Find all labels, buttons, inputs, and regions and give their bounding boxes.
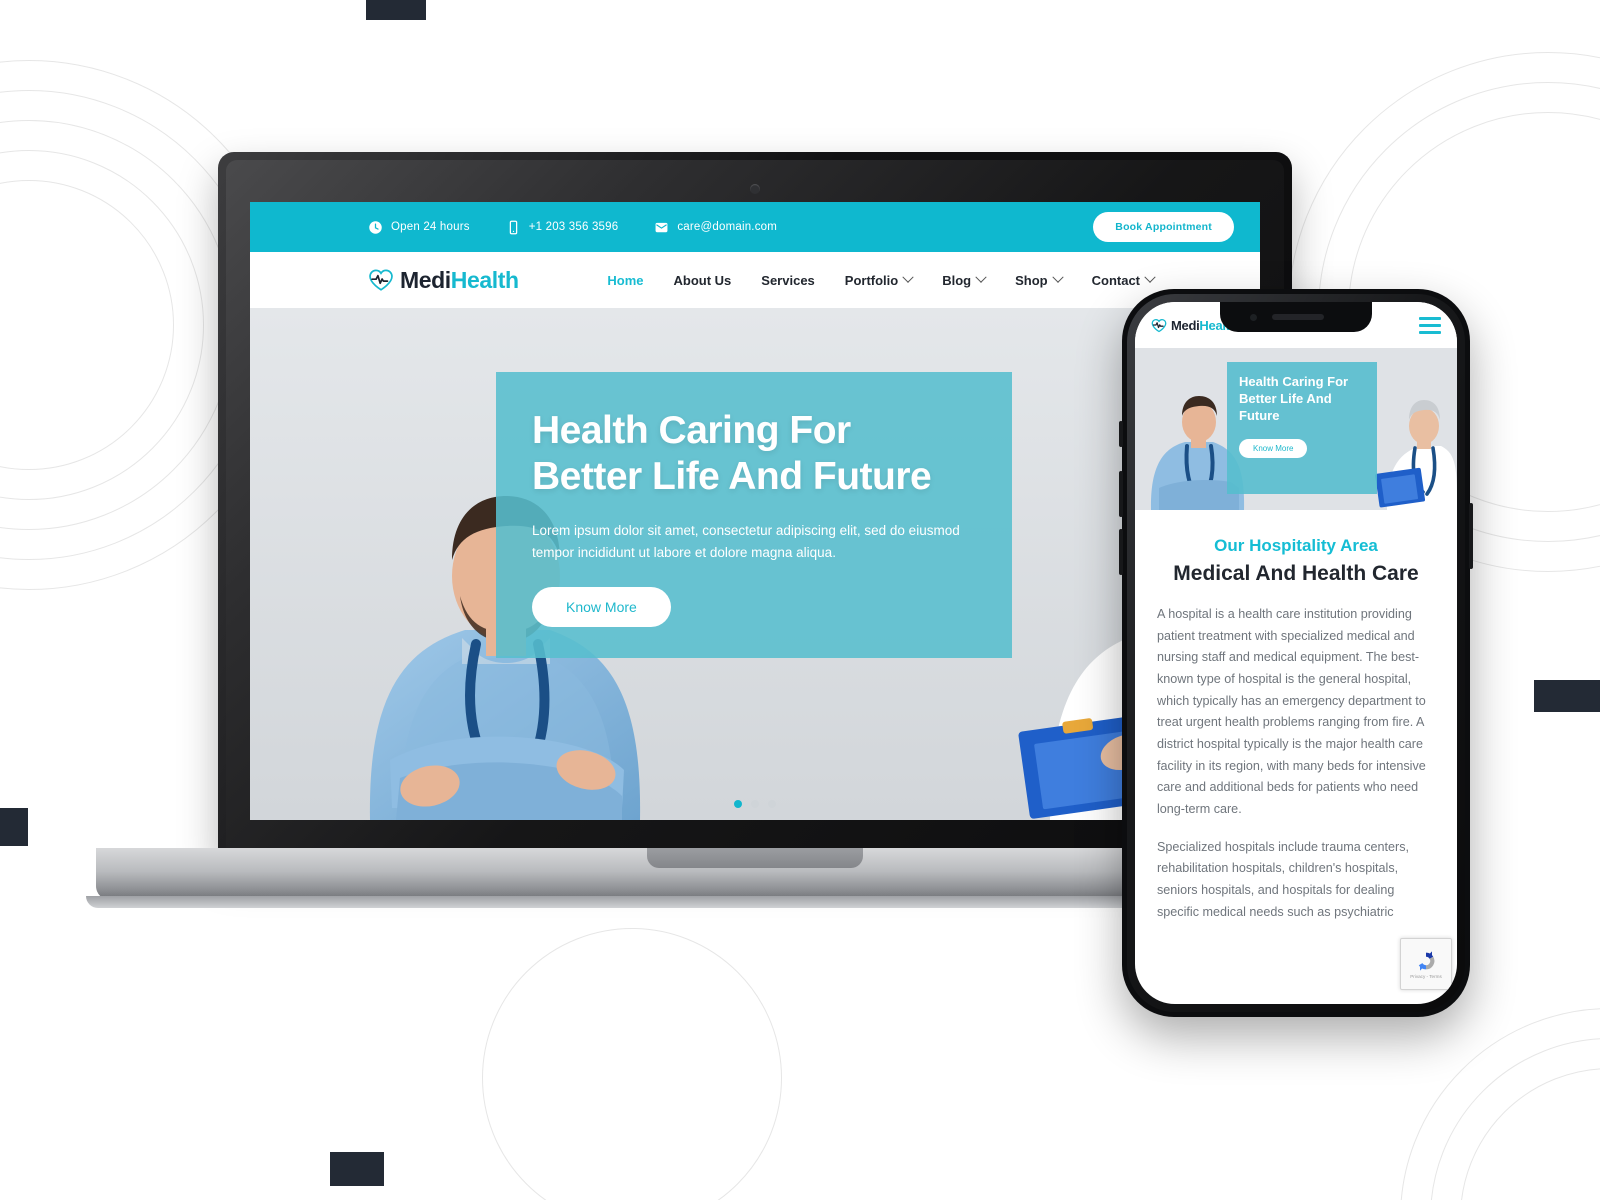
hero-know-more-button[interactable]: Know More: [532, 586, 671, 627]
phone-mute-switch: [1119, 421, 1123, 447]
clock-icon: [369, 220, 382, 234]
nav-label: Portfolio: [844, 272, 899, 288]
mobile-content-section: Our Hospitality Area Medical And Health …: [1135, 510, 1457, 923]
presentation-canvas: Open 24 hours +1 203 356 3596 care@domai…: [0, 0, 1600, 1200]
front-camera-icon: [1250, 314, 1257, 321]
site-logo[interactable]: MediHealth: [368, 267, 519, 294]
topbar-hours: Open 24 hours: [368, 220, 470, 235]
mobile-phone-icon: [509, 220, 517, 234]
topbar-contact-group: Open 24 hours +1 203 356 3596 care@domai…: [368, 220, 777, 235]
nav-item-about-us[interactable]: About Us: [674, 273, 732, 288]
section-paragraph-1: A hospital is a health care institution …: [1157, 607, 1426, 816]
nav-label: Services: [761, 272, 815, 288]
phone-power-button: [1469, 503, 1473, 569]
topbar-hours-label: Open 24 hours: [391, 221, 470, 233]
nav-label: Shop: [1015, 272, 1048, 288]
topbar-phone-label: +1 203 356 3596: [528, 221, 619, 233]
heart-pulse-icon: [369, 269, 393, 291]
nav-label: Home: [607, 272, 644, 288]
topbar-phone[interactable]: +1 203 356 3596: [506, 220, 619, 235]
topbar-email[interactable]: care@domain.com: [654, 220, 777, 235]
decorative-square: [1534, 680, 1600, 712]
chevron-down-icon: [1051, 271, 1064, 283]
book-appointment-button[interactable]: Book Appointment: [1093, 212, 1234, 242]
earpiece-speaker: [1272, 314, 1324, 320]
decorative-ring: [482, 928, 782, 1200]
logo-text-accent: Health: [450, 266, 519, 293]
section-eyebrow: Our Hospitality Area: [1214, 536, 1378, 555]
desktop-navbar: MediHealth Home About Us Services Portfo…: [250, 252, 1260, 308]
nav-item-services[interactable]: Services: [761, 273, 815, 288]
recaptcha-icon: [1418, 951, 1435, 971]
recaptcha-label: Privacy - Terms: [1410, 974, 1442, 979]
phone-notch: [1220, 302, 1372, 332]
logo-text-primary: Medi: [1171, 317, 1200, 333]
phone-mockup: MediHealth Health Caring For Better Life…: [1119, 289, 1473, 1017]
chevron-down-icon: [1144, 271, 1156, 283]
desktop-website-screen: Open 24 hours +1 203 356 3596 care@domai…: [250, 202, 1260, 820]
decorative-square: [0, 808, 28, 846]
mobile-hero-heading: Health Caring For Better Life And Future: [1239, 374, 1349, 423]
envelope-icon: [655, 222, 668, 232]
phone-volume-down-button: [1119, 529, 1123, 575]
nav-label: About Us: [673, 272, 732, 288]
site-logo-text: MediHealth: [400, 267, 519, 294]
nav-item-shop[interactable]: Shop: [1015, 271, 1064, 288]
hero-heading-line-2: Better Life And Future: [532, 455, 932, 499]
hero-text-card: Health Caring For Better Life And Future…: [496, 372, 1012, 658]
hero-heading: Health Caring For Better Life And Future: [532, 408, 976, 500]
chevron-down-icon: [902, 271, 914, 283]
desktop-topbar: Open 24 hours +1 203 356 3596 care@domai…: [250, 202, 1260, 252]
nav-item-home[interactable]: Home: [607, 273, 643, 288]
slider-dot-3[interactable]: [768, 800, 776, 808]
nav-item-blog[interactable]: Blog: [942, 271, 987, 288]
mobile-hero-slider: Health Caring For Better Life And Future…: [1135, 348, 1457, 510]
nav-label: Contact: [1091, 272, 1140, 288]
hamburger-menu-icon[interactable]: [1419, 316, 1441, 334]
decorative-square: [366, 0, 426, 20]
nav-label: Blog: [942, 272, 972, 288]
mobile-website-screen: MediHealth Health Caring For Better Life…: [1135, 302, 1457, 1004]
phone-volume-up-button: [1119, 471, 1123, 517]
decorative-square: [330, 1152, 384, 1186]
hero-slider: Health Caring For Better Life And Future…: [250, 308, 1260, 820]
main-navigation: Home About Us Services Portfolio Blog Sh…: [607, 271, 1156, 288]
hero-heading-line-1: Health Caring For: [532, 409, 851, 452]
heart-pulse-icon: [1151, 318, 1167, 332]
hero-paragraph: Lorem ipsum dolor sit amet, consectetur …: [532, 523, 960, 561]
nav-item-contact[interactable]: Contact: [1091, 271, 1156, 288]
chevron-down-icon: [975, 271, 987, 283]
slider-dot-2[interactable]: [751, 800, 759, 808]
nav-item-portfolio[interactable]: Portfolio: [844, 271, 914, 288]
topbar-email-label: care@domain.com: [677, 221, 778, 233]
slider-pagination: [734, 800, 776, 808]
slider-dot-1[interactable]: [734, 800, 742, 808]
section-paragraph-2: Specialized hospitals include trauma cen…: [1157, 839, 1410, 919]
mobile-know-more-button[interactable]: Know More: [1239, 438, 1308, 458]
recaptcha-badge[interactable]: Privacy - Terms: [1400, 938, 1452, 990]
mobile-hero-card: Health Caring For Better Life And Future…: [1227, 362, 1377, 494]
webcam-icon: [750, 184, 760, 194]
logo-text-primary: Medi: [400, 266, 451, 293]
section-title: Medical And Health Care: [1173, 562, 1419, 585]
